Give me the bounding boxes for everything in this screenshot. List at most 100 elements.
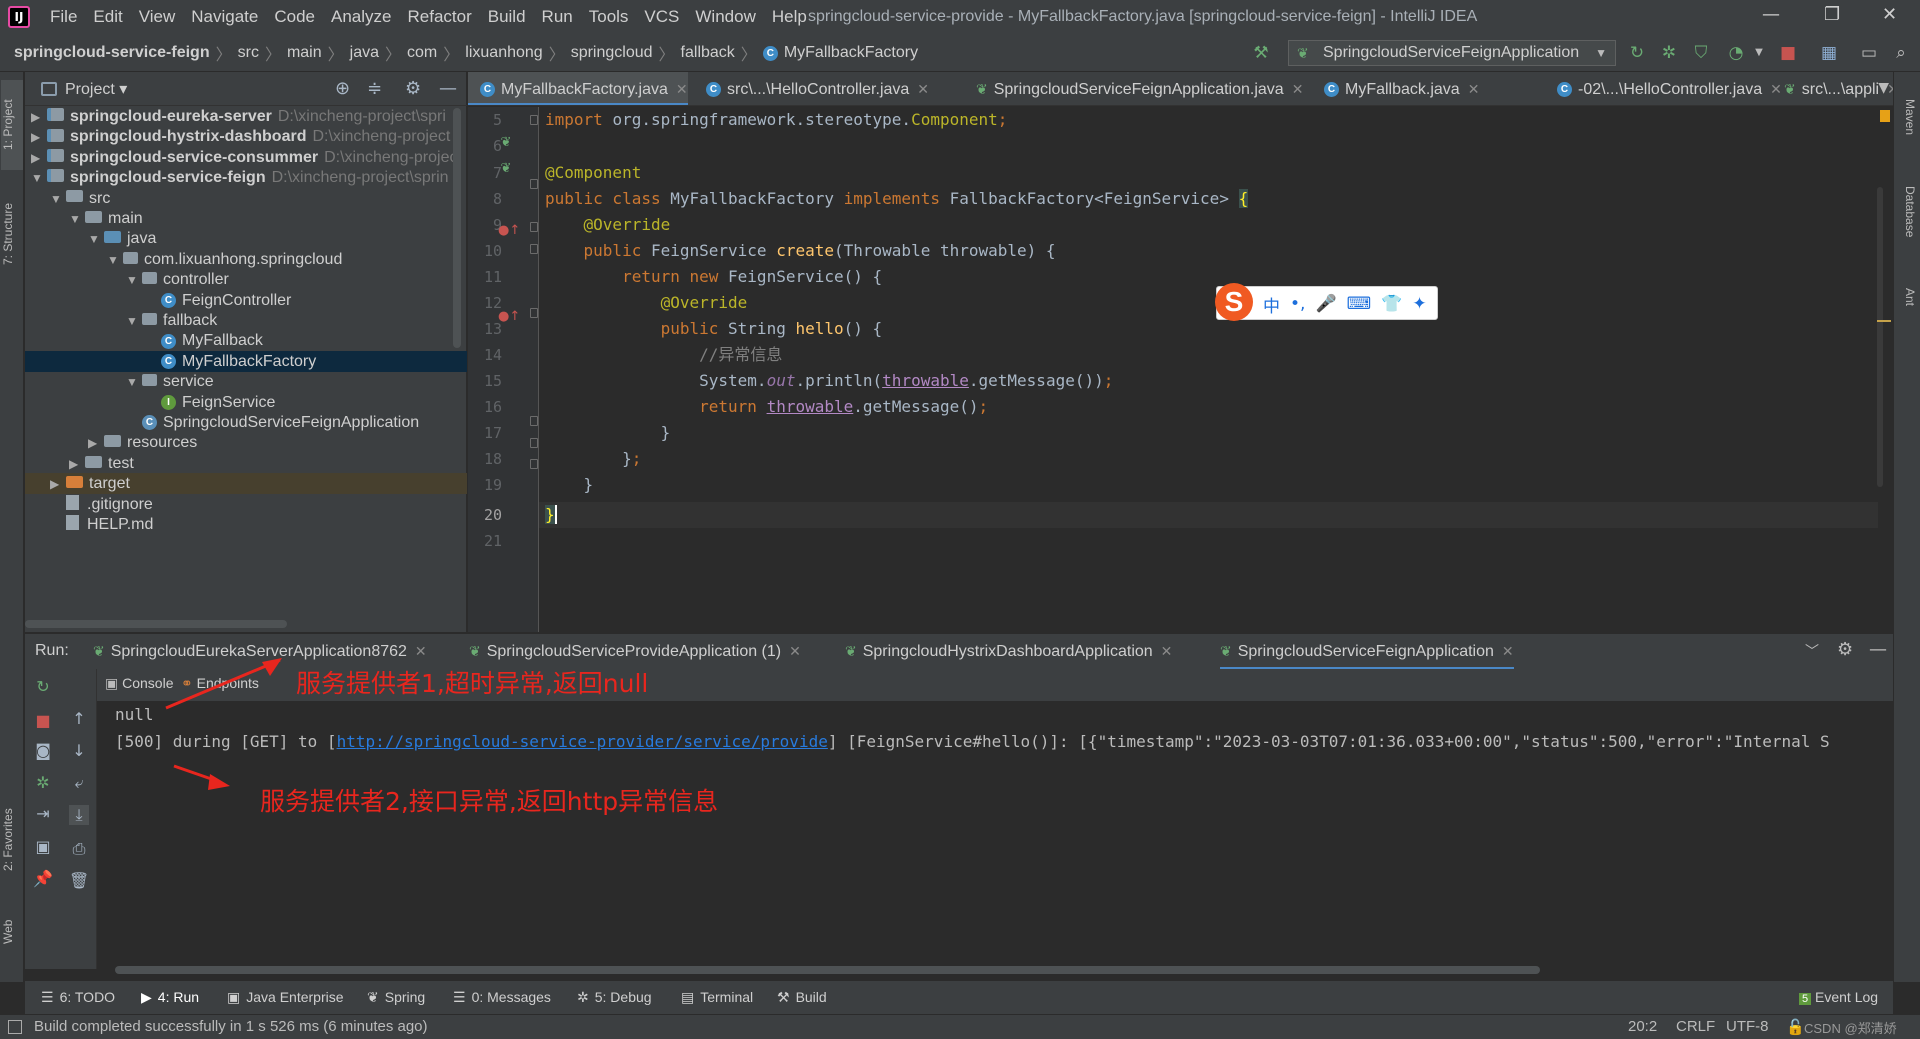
caret-position[interactable]: 20:2: [1628, 1018, 1657, 1035]
scroll-to-end-icon[interactable]: ⤓: [69, 805, 89, 825]
expanded-arrow-icon[interactable]: ▼: [126, 372, 142, 392]
expanded-arrow-icon[interactable]: ▼: [107, 250, 123, 270]
breadcrumb-item[interactable]: main: [287, 44, 322, 62]
tool-tab[interactable]: ▣ Java Enterprise: [227, 989, 344, 1006]
fold-marker-icon[interactable]: [530, 416, 538, 426]
tree-node[interactable]: I FeignService: [25, 392, 467, 413]
override-icon[interactable]: ●↑: [498, 309, 520, 324]
chinese-mode-icon[interactable]: 中: [1263, 292, 1280, 317]
tool-tab-maven[interactable]: Maven: [1895, 82, 1917, 152]
close-icon[interactable]: ✕: [1882, 4, 1897, 25]
skin-icon[interactable]: 👕: [1381, 294, 1402, 314]
console-output[interactable]: null [500] during [GET] to [http://sprin…: [97, 701, 1893, 969]
tree-vscrollbar[interactable]: [453, 108, 461, 348]
breadcrumb-item[interactable]: src: [238, 44, 259, 62]
tree-node[interactable]: ▼ service: [25, 371, 467, 392]
tree-node[interactable]: ▶ resources: [25, 432, 467, 453]
tree-node[interactable]: ▼ fallback: [25, 310, 467, 331]
breadcrumb-item[interactable]: springcloud: [571, 44, 653, 62]
presentation-icon[interactable]: ▭: [1858, 42, 1880, 64]
collapsed-arrow-icon[interactable]: ▶: [31, 107, 47, 127]
pin-icon[interactable]: 📌: [33, 869, 53, 889]
editor-tab[interactable]: ❦ SpringcloudServiceFeignApplication.java…: [964, 72, 1304, 105]
punctuation-icon[interactable]: •,: [1290, 294, 1305, 314]
menu-item-edit[interactable]: Edit: [85, 7, 130, 27]
collapsed-arrow-icon[interactable]: ▶: [31, 148, 47, 168]
warning-indicator-icon[interactable]: [1880, 110, 1890, 122]
expanded-arrow-icon[interactable]: ▼: [69, 209, 85, 229]
fold-marker-icon[interactable]: [530, 222, 538, 232]
menu-item-navigate[interactable]: Navigate: [183, 7, 266, 27]
gear-icon[interactable]: ⚙: [405, 78, 421, 99]
fold-marker-icon[interactable]: [530, 244, 538, 254]
tree-node[interactable]: ▶ target: [25, 473, 467, 495]
close-tab-icon[interactable]: ✕: [1292, 81, 1304, 97]
collapsed-arrow-icon[interactable]: ▶: [50, 474, 66, 494]
code-editor[interactable]: import org.springframework.stereotype.Co…: [539, 107, 1884, 632]
breadcrumb-item[interactable]: com: [407, 44, 437, 62]
tree-node[interactable]: ▼ java: [25, 228, 467, 249]
menu-item-code[interactable]: Code: [266, 7, 323, 27]
tree-node[interactable]: ▼ src: [25, 188, 467, 209]
menu-item-build[interactable]: Build: [480, 7, 534, 27]
profile-dropdown-icon[interactable]: ▼: [1748, 42, 1770, 64]
ime-toolbar[interactable]: S 中 •, 🎤 ⌨ 👕 ✦: [1215, 283, 1438, 321]
stop-icon[interactable]: ■: [33, 711, 53, 731]
breadcrumb-item[interactable]: fallback: [681, 44, 735, 62]
breadcrumb-item[interactable]: java: [350, 44, 379, 62]
collapsed-arrow-icon[interactable]: ▶: [69, 454, 85, 474]
fold-marker-icon[interactable]: [530, 115, 538, 125]
tool-tab-database[interactable]: Database: [1895, 172, 1917, 252]
chevron-down-icon[interactable]: ﹀: [1805, 641, 1819, 661]
expanded-arrow-icon[interactable]: ▼: [88, 229, 104, 249]
editor-tab[interactable]: Csrc\...\HelloController.java ✕: [694, 72, 929, 105]
tool-tab[interactable]: ✲ 5: Debug: [577, 989, 652, 1006]
fold-marker-icon[interactable]: [530, 459, 538, 469]
menu-item-run[interactable]: Run: [534, 7, 581, 27]
close-tab-icon[interactable]: ✕: [1502, 643, 1514, 659]
tree-node[interactable]: C MyFallbackFactory: [25, 350, 467, 372]
arrow-down-icon[interactable]: ↓: [69, 741, 89, 761]
bean-icon[interactable]: ❦: [498, 135, 514, 150]
editor-tab[interactable]: C MyFallbackFactory.java ✕: [468, 72, 688, 105]
tree-node[interactable]: C SpringcloudServiceFeignApplication: [25, 412, 467, 433]
editor-tab[interactable]: ❦src\...\appli✕: [1772, 72, 1893, 105]
tool-tab[interactable]: ▶ 4: Run: [141, 989, 199, 1006]
close-tab-icon[interactable]: ✕: [917, 81, 929, 97]
collapsed-arrow-icon[interactable]: ▶: [88, 433, 104, 453]
rerun-icon[interactable]: ↻: [1626, 42, 1648, 64]
trash-icon[interactable]: 🗑: [69, 871, 89, 891]
menu-item-tools[interactable]: Tools: [581, 7, 637, 27]
keyboard-icon[interactable]: ⌨: [1347, 294, 1372, 314]
tree-node[interactable]: ▼ controller: [25, 269, 467, 290]
tool-tab-ant[interactable]: Ant: [1895, 272, 1917, 322]
event-log-tab[interactable]: 5 Event Log: [1799, 989, 1878, 1005]
console-link[interactable]: http://springcloud-service-provider/serv…: [337, 732, 828, 751]
tool-tab-web[interactable]: Web: [1, 907, 23, 957]
close-tab-icon[interactable]: ✕: [415, 643, 427, 659]
tree-node[interactable]: ▼ springcloud-service-feign D:\xincheng-pr…: [25, 167, 467, 188]
profile-icon[interactable]: ◔: [1725, 42, 1747, 64]
layout-icon[interactable]: ▣: [33, 837, 53, 857]
editor-tab[interactable]: C -02\...\HelloController.java ✕: [1545, 72, 1782, 105]
coverage-icon[interactable]: ⛉: [1690, 42, 1712, 64]
menu-item-file[interactable]: File: [42, 7, 85, 27]
arrow-up-icon[interactable]: ↑: [69, 709, 89, 729]
hide-panel-icon[interactable]: —: [439, 78, 457, 99]
expanded-arrow-icon[interactable]: ▼: [126, 270, 142, 290]
tree-hscrollbar[interactable]: [25, 620, 287, 628]
breadcrumb-item[interactable]: lixuanhong: [465, 44, 542, 62]
debug-icon[interactable]: ✲: [1658, 42, 1680, 64]
line-separator[interactable]: CRLF: [1676, 1018, 1715, 1035]
toolbox-icon[interactable]: ✦: [1412, 294, 1426, 314]
close-tab-icon[interactable]: ✕: [1161, 643, 1173, 659]
collapsed-arrow-icon[interactable]: ▶: [31, 127, 47, 147]
locate-icon[interactable]: ⊕: [335, 78, 350, 99]
error-stripe-mark[interactable]: [1877, 320, 1891, 322]
fold-marker-icon[interactable]: [530, 308, 538, 318]
tool-tab[interactable]: ❦ Spring: [367, 989, 425, 1006]
run-tab[interactable]: ❦ SpringcloudHystrixDashboardApplication ✕: [845, 634, 1172, 670]
exit-icon[interactable]: ⇥: [33, 804, 53, 824]
tree-node[interactable]: .gitignore: [25, 494, 467, 515]
stop-icon[interactable]: ■: [1777, 42, 1799, 64]
